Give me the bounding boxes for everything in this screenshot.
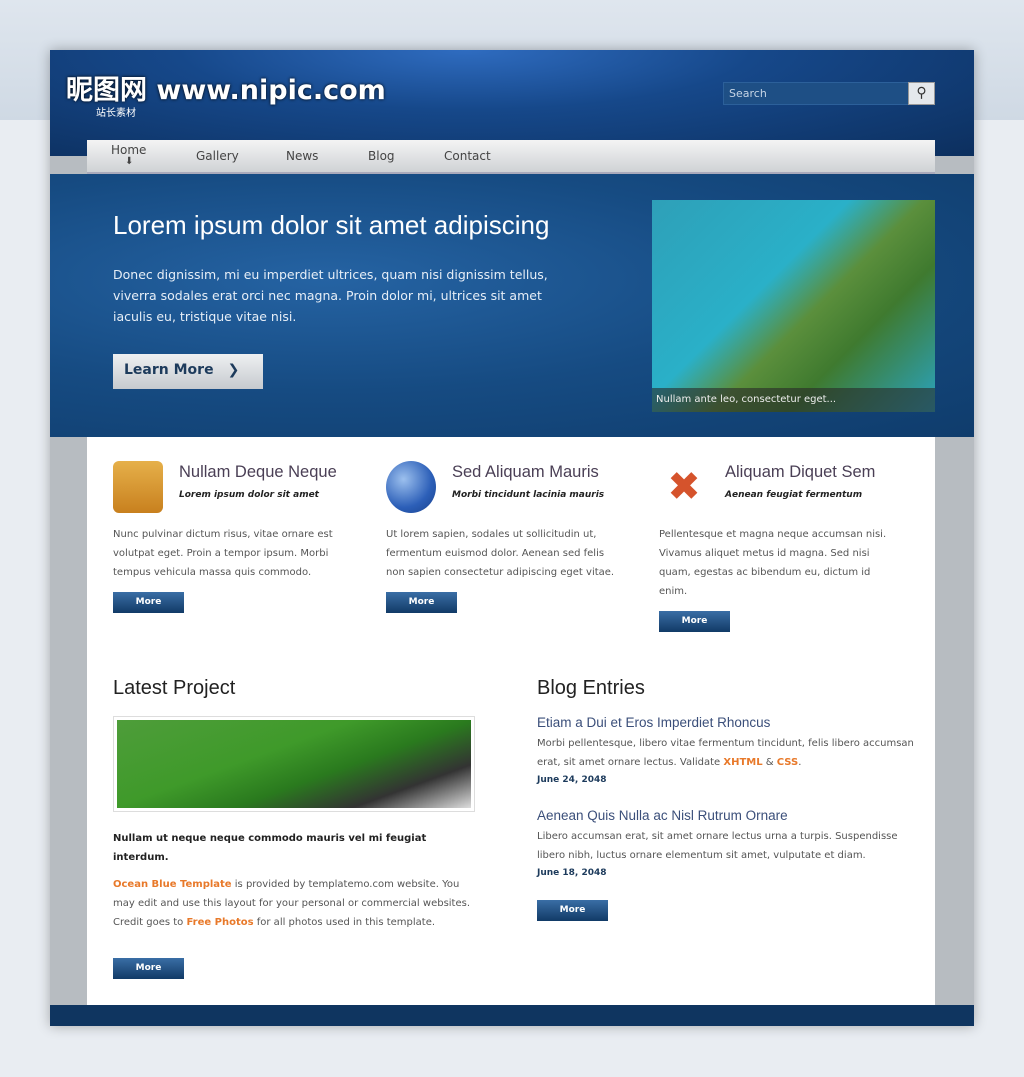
blog-heading: Blog Entries bbox=[537, 677, 645, 699]
blog-date: June 18, 2048 bbox=[537, 868, 607, 878]
nav-news[interactable]: News bbox=[286, 149, 318, 163]
feature-subtitle: Lorem ipsum dolor sit amet bbox=[179, 490, 319, 500]
learn-more-label: Learn More bbox=[124, 362, 214, 378]
project-text: Ocean Blue Template is provided by templ… bbox=[113, 879, 471, 928]
xhtml-link[interactable]: XHTML bbox=[723, 757, 762, 768]
logo[interactable]: 昵图网 www.nipic.com bbox=[66, 68, 386, 107]
blog-text: Morbi pellentesque, libero vitae ferment… bbox=[537, 738, 914, 768]
logo-subtitle: 站长素材 bbox=[96, 108, 136, 119]
learn-more-button[interactable]: Learn More ❯ bbox=[113, 354, 263, 389]
page: 昵图网 www.nipic.com 站长素材 Search ⚲ Home ⬇ G… bbox=[50, 50, 974, 1026]
content: Nullam Deque Neque Lorem ipsum dolor sit… bbox=[87, 437, 935, 1022]
search-input[interactable]: Search bbox=[723, 82, 909, 105]
blog-title-link[interactable]: Aenean Quis Nulla ac Nisl Rutrum Ornare bbox=[537, 808, 788, 823]
hero: Lorem ipsum dolor sit amet adipiscing Do… bbox=[50, 174, 974, 437]
tools-icon: ✖ bbox=[667, 464, 701, 510]
chevron-right-icon: ❯ bbox=[227, 362, 240, 378]
project-image[interactable] bbox=[113, 716, 475, 812]
feature-subtitle: Aenean feugiat fermentum bbox=[725, 490, 863, 500]
hero-photo[interactable]: Nullam ante leo, consectetur eget... bbox=[652, 200, 935, 412]
more-button[interactable]: More bbox=[386, 592, 457, 613]
nav-blog[interactable]: Blog bbox=[368, 149, 395, 163]
feature-text: Pellentesque et magna neque accumsan nis… bbox=[659, 529, 887, 597]
feature-title: Aliquam Diquet Sem bbox=[725, 463, 876, 481]
feature-subtitle: Morbi tincidunt lacinia mauris bbox=[452, 490, 605, 500]
search-icon: ⚲ bbox=[916, 85, 927, 101]
nav-contact[interactable]: Contact bbox=[444, 149, 491, 163]
more-button[interactable]: More bbox=[113, 592, 184, 613]
arrow-down-icon: ⬇ bbox=[125, 156, 134, 167]
more-button[interactable]: More bbox=[659, 611, 730, 632]
search-button[interactable]: ⚲ bbox=[908, 82, 935, 105]
ocean-blue-link[interactable]: Ocean Blue Template bbox=[113, 879, 232, 890]
footer-band bbox=[50, 1005, 974, 1026]
blog-title-link[interactable]: Etiam a Dui et Eros Imperdiet Rhoncus bbox=[537, 715, 770, 730]
latest-project-heading: Latest Project bbox=[113, 677, 236, 699]
project-bold-text: Nullam ut neque neque commodo mauris vel… bbox=[113, 833, 427, 863]
css-link[interactable]: CSS bbox=[777, 757, 798, 768]
feature-title: Sed Aliquam Mauris bbox=[452, 463, 599, 481]
feature-text: Nunc pulvinar dictum risus, vitae ornare… bbox=[113, 529, 333, 578]
feature-text: Ut lorem sapien, sodales ut sollicitudin… bbox=[386, 529, 615, 578]
nav-home[interactable]: Home bbox=[111, 143, 146, 157]
globe-icon bbox=[386, 461, 436, 513]
feature-title: Nullam Deque Neque bbox=[179, 463, 337, 481]
more-button[interactable]: More bbox=[113, 958, 184, 979]
nav-gallery[interactable]: Gallery bbox=[196, 149, 239, 163]
more-button[interactable]: More bbox=[537, 900, 608, 921]
nav-bar: Home ⬇ Gallery News Blog Contact bbox=[87, 140, 935, 174]
treasure-chest-icon bbox=[113, 461, 163, 513]
photo-caption: Nullam ante leo, consectetur eget... bbox=[652, 388, 935, 412]
blog-date: June 24, 2048 bbox=[537, 775, 607, 785]
free-photos-link[interactable]: Free Photos bbox=[186, 917, 253, 928]
hero-text: Donec dignissim, mi eu imperdiet ultrice… bbox=[113, 267, 548, 324]
hero-title: Lorem ipsum dolor sit amet adipiscing bbox=[113, 210, 550, 240]
blog-text: Libero accumsan erat, sit amet ornare le… bbox=[537, 831, 898, 861]
